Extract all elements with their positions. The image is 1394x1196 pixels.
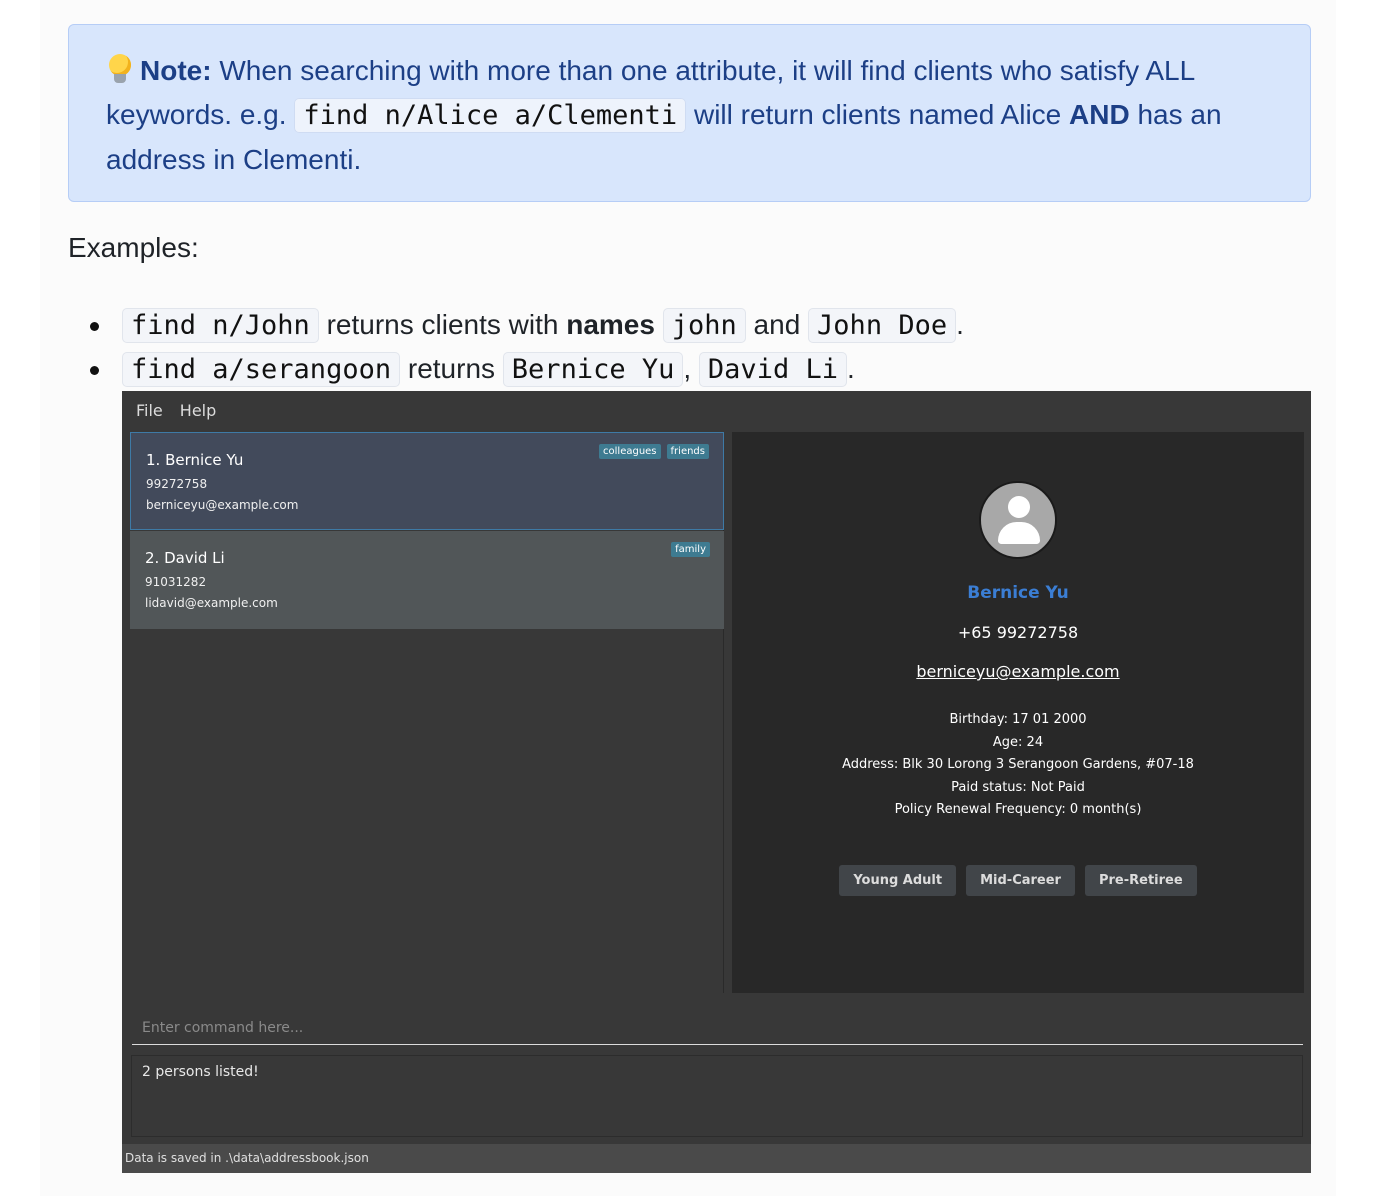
- bold-text: names: [566, 309, 655, 340]
- note-code: find n/Alice a/Clementi: [294, 98, 687, 133]
- menu-bar: File Help: [122, 391, 1311, 429]
- command-box: [122, 1003, 1311, 1047]
- note-text: will return clients named Alice: [686, 99, 1070, 130]
- person-detail-panel: Bernice Yu +65 99272758 berniceyu@exampl…: [732, 432, 1304, 993]
- person-email: lidavid@example.com: [145, 596, 278, 610]
- note-callout: Note: When searching with more than one …: [68, 24, 1311, 202]
- detail-paid-status: Paid status: Not Paid: [951, 779, 1085, 795]
- text: returns: [400, 353, 503, 384]
- detail-info: Birthday: 17 01 2000 Age: 24 Address: Bl…: [732, 709, 1304, 822]
- inline-code: Bernice Yu: [502, 352, 684, 387]
- text: ,: [683, 353, 699, 384]
- text: returns clients with: [318, 309, 567, 340]
- note-bold: AND: [1069, 99, 1130, 130]
- tag: family: [671, 542, 710, 557]
- command-input[interactable]: [132, 1011, 1303, 1045]
- detail-name: Bernice Yu: [967, 583, 1069, 603]
- detail-email-link[interactable]: berniceyu@example.com: [732, 662, 1304, 681]
- person-phone: 99272758: [146, 477, 208, 491]
- status-bar: Data is saved in .\data\addressbook.json: [122, 1144, 1311, 1173]
- young-adult-button[interactable]: Young Adult: [839, 865, 957, 896]
- person-card[interactable]: 2. David Li 91031282 lidavid@example.com…: [130, 531, 724, 629]
- detail-birthday: Birthday: 17 01 2000: [949, 712, 1087, 727]
- mid-career-button[interactable]: Mid-Career: [966, 865, 1075, 896]
- person-card-selected[interactable]: 1. Bernice Yu 99272758 berniceyu@example…: [130, 432, 724, 530]
- avatar: [979, 481, 1057, 559]
- detail-address: Address: Blk 30 Lorong 3 Serangoon Garde…: [842, 757, 1194, 772]
- menu-help[interactable]: Help: [180, 401, 216, 420]
- result-display: 2 persons listed!: [131, 1055, 1303, 1137]
- examples-heading: Examples:: [68, 232, 199, 263]
- text: .: [956, 309, 964, 340]
- inline-code: David Li: [698, 352, 847, 387]
- inline-code: find n/John: [122, 308, 319, 343]
- inline-code: John Doe: [808, 308, 957, 343]
- detail-phone: +65 99272758: [957, 623, 1079, 642]
- examples-list: find n/John returns clients with names j…: [90, 303, 964, 391]
- person-phone: 91031282: [145, 575, 207, 589]
- text: .: [846, 353, 855, 384]
- app-screenshot: File Help 1. Bernice Yu 99272758 bernice…: [122, 391, 1311, 1173]
- tag-list: family: [671, 542, 710, 557]
- detail-age: Age: 24: [992, 734, 1044, 750]
- pre-retiree-button[interactable]: Pre-Retiree: [1084, 865, 1197, 896]
- inline-code: find a/serangoon: [122, 352, 401, 387]
- detail-renewal-frequency: Policy Renewal Frequency: 0 month(s): [894, 802, 1142, 817]
- person-email: berniceyu@example.com: [146, 498, 299, 512]
- text: and: [745, 309, 809, 340]
- person-list[interactable]: 1. Bernice Yu 99272758 berniceyu@example…: [130, 432, 724, 993]
- tag-list: colleagues friends: [599, 444, 709, 459]
- note-label: Note:: [140, 55, 212, 86]
- person-name: 2. David Li: [145, 549, 225, 567]
- list-item: find a/serangoon returns Bernice Yu, Dav…: [90, 347, 964, 391]
- menu-file[interactable]: File: [136, 401, 163, 420]
- tag: colleagues: [599, 444, 661, 459]
- lightbulb-icon: [106, 52, 134, 86]
- inline-code: john: [662, 308, 746, 343]
- category-buttons: Young Adult Mid-Career Pre-Retiree: [732, 865, 1304, 896]
- bullet-icon: [90, 322, 99, 331]
- list-item: find n/John returns clients with names j…: [90, 303, 964, 347]
- bullet-icon: [90, 366, 99, 375]
- tag: friends: [666, 444, 709, 459]
